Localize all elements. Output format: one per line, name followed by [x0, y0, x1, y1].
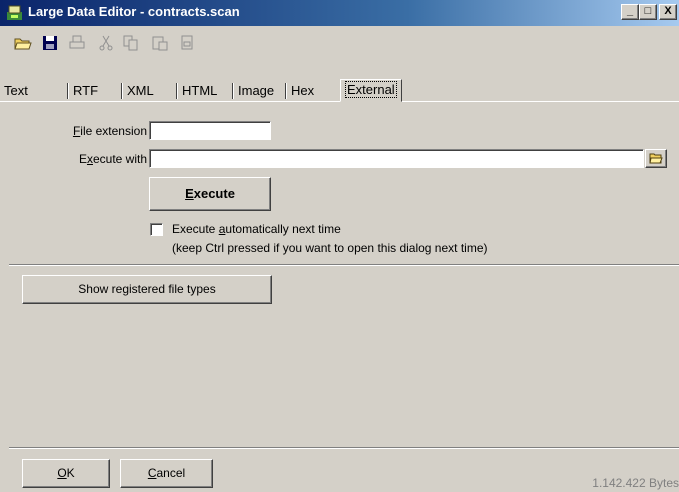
print-icon[interactable] [67, 33, 87, 53]
cancel-button[interactable]: Cancel [120, 459, 213, 488]
tab-divider [285, 83, 286, 99]
execute-button[interactable]: Execute [149, 177, 271, 211]
ok-button[interactable]: OK [22, 459, 110, 488]
tab-external-label: External [345, 81, 397, 98]
tab-divider [67, 83, 68, 99]
divider [9, 264, 679, 265]
app-icon [6, 4, 23, 21]
tab-divider [232, 83, 233, 99]
cut-icon[interactable] [96, 33, 116, 53]
save-icon[interactable] [40, 33, 60, 53]
folder-icon [649, 153, 663, 164]
show-registered-file-types-button[interactable]: Show registered file types [22, 275, 272, 304]
tab-external[interactable]: External [340, 79, 402, 102]
copy-icon[interactable] [121, 33, 141, 53]
tab-xml[interactable]: XML [123, 81, 158, 100]
auto-execute-checkbox[interactable] [150, 223, 163, 236]
tab-text[interactable]: Text [0, 81, 32, 100]
maximize-button[interactable]: □ [639, 4, 657, 20]
file-extension-input[interactable] [149, 121, 271, 140]
execute-with-input[interactable] [149, 149, 644, 168]
window-title: Large Data Editor - contracts.scan [28, 4, 240, 19]
auto-execute-hint: (keep Ctrl pressed if you want to open t… [172, 241, 488, 255]
tab-hex[interactable]: Hex [287, 81, 318, 100]
auto-execute-label[interactable]: Execute automatically next time [172, 222, 341, 236]
new-icon[interactable] [177, 33, 197, 53]
tab-rtf[interactable]: RTF [69, 81, 102, 100]
byte-count: 1.142.422 Bytes [592, 476, 679, 490]
open-icon[interactable] [13, 33, 33, 53]
divider [9, 447, 679, 448]
tab-html[interactable]: HTML [178, 81, 221, 100]
tab-divider [121, 83, 122, 99]
browse-button[interactable] [645, 149, 667, 168]
paste-icon[interactable] [150, 33, 170, 53]
minimize-button[interactable]: _ [621, 4, 639, 20]
close-button[interactable]: X [659, 4, 677, 20]
tab-divider [176, 83, 177, 99]
file-extension-label: File extension [72, 124, 147, 138]
execute-with-label: Execute with [78, 152, 147, 166]
tab-image[interactable]: Image [234, 81, 278, 100]
